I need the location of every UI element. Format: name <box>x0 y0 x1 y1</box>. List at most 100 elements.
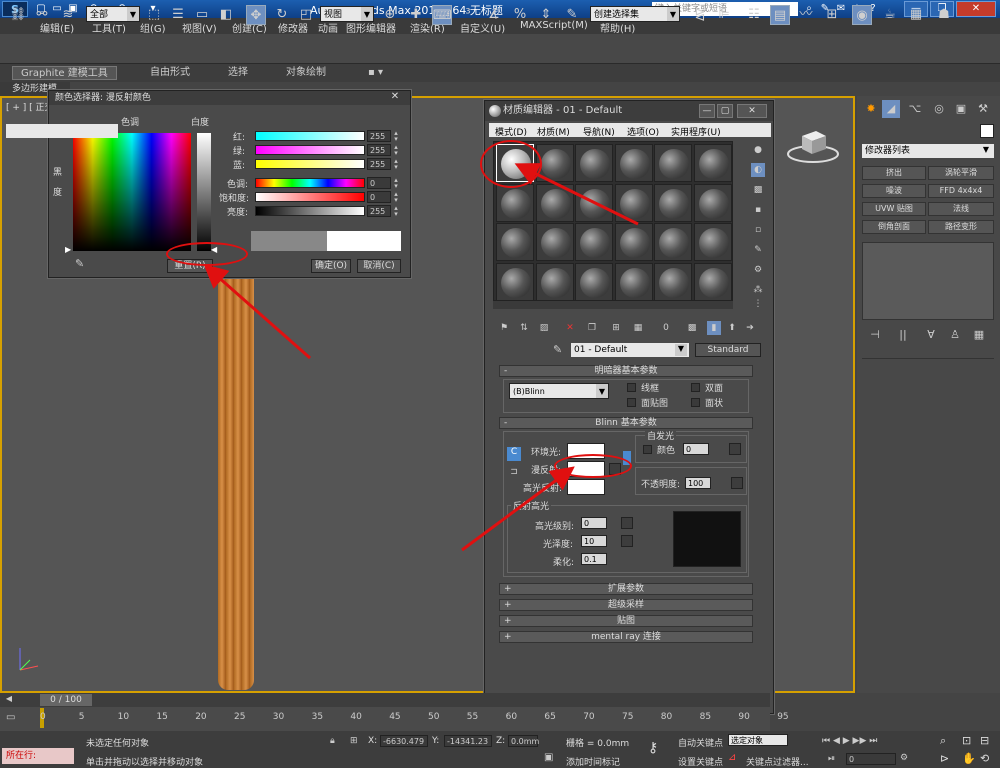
blue-slider[interactable] <box>255 159 365 169</box>
me-menu-material[interactable]: 材质(M) <box>537 125 570 138</box>
background-icon[interactable]: ▩ <box>751 183 765 197</box>
named-selection-select[interactable]: 创建选择集 ▼ <box>590 6 680 22</box>
align-icon[interactable]: ⊫ <box>714 5 734 25</box>
red-spinner[interactable]: 255 <box>367 130 391 142</box>
me-menu-options[interactable]: 选项(O) <box>627 125 659 138</box>
render-setup-icon[interactable]: ☕ <box>880 5 900 25</box>
hue-slider[interactable] <box>255 178 365 188</box>
uv-tiling-icon[interactable]: ▪ <box>751 203 765 217</box>
red-spinner-arrows-icon[interactable]: ▴ ▾ <box>392 130 400 143</box>
hue-spinner[interactable]: 0 <box>367 177 391 189</box>
x-coordinate-field[interactable]: -6630.479 <box>380 735 428 747</box>
playback-controls[interactable]: ⏮ ◀ ▶ ▶▶ ⏭ <box>822 736 882 750</box>
material-sample-slot[interactable] <box>575 223 613 261</box>
select-move-icon[interactable]: ✥ <box>246 5 266 25</box>
unlink-icon[interactable]: ⚯ <box>32 5 52 25</box>
motion-tab-icon[interactable]: ◎ <box>930 100 948 118</box>
sample-type-icon[interactable]: ● <box>751 143 765 157</box>
material-sample-slot[interactable] <box>693 262 732 301</box>
select-manipulate-icon[interactable]: ✚ <box>406 5 426 25</box>
close-button[interactable]: ✕ <box>956 1 996 17</box>
green-spinner[interactable]: 255 <box>367 144 391 156</box>
material-sample-slot[interactable] <box>693 144 732 182</box>
absolute-mode-icon[interactable]: ⊞ <box>350 736 358 746</box>
supersampling-rollout[interactable]: + 超级采样 <box>499 599 753 611</box>
modifier-stack-list[interactable] <box>862 242 994 320</box>
eyedropper-icon[interactable]: ✎ <box>75 257 84 270</box>
assign-to-selection-icon[interactable]: ▨ <box>537 321 551 335</box>
spinner-snap-icon[interactable]: ⇕ <box>536 5 556 25</box>
layer-manager-icon[interactable]: ☷ <box>744 5 764 25</box>
blinn-basic-rollout[interactable]: - Blinn 基本参数 <box>499 417 753 429</box>
opacity-spinner[interactable]: 100 <box>685 477 711 489</box>
pan-icon[interactable]: ✋ <box>962 752 976 765</box>
show-end-result-icon[interactable]: ▮ <box>707 321 721 335</box>
select-by-material-icon[interactable]: ⁂ <box>751 283 765 297</box>
material-sample-slot[interactable] <box>654 223 692 261</box>
angle-snap-icon[interactable]: ∡ <box>484 5 504 25</box>
graphite-toggle-icon[interactable]: ▤ <box>770 5 790 25</box>
set-key-button[interactable]: 设置关键点 <box>678 755 723 768</box>
close-icon[interactable]: ✕ <box>387 91 403 103</box>
y-coordinate-field[interactable]: -14341.23 <box>444 735 492 747</box>
material-sample-slot[interactable] <box>535 183 574 222</box>
window-crossing-icon[interactable]: ◧ <box>216 5 236 25</box>
field-of-view-icon[interactable]: ⊳ <box>940 752 949 765</box>
me-menu-navigation[interactable]: 导航(N) <box>583 125 615 138</box>
get-material-icon[interactable]: ⚑ <box>497 321 511 335</box>
material-sample-slot[interactable] <box>614 262 653 301</box>
display-tab-icon[interactable]: ▣ <box>952 100 970 118</box>
hue-spinner-arrows-icon[interactable]: ▴ ▾ <box>392 177 400 190</box>
add-time-tag-button[interactable]: 添加时间标记 <box>566 755 620 768</box>
value-slider[interactable] <box>255 206 365 216</box>
utilities-tab-icon[interactable]: ⚒ <box>974 100 992 118</box>
percent-snap-icon[interactable]: % <box>510 5 530 25</box>
material-sample-slot[interactable] <box>535 223 574 261</box>
options-icon[interactable]: ⚙ <box>751 263 765 277</box>
self-illum-map-button[interactable] <box>729 443 741 455</box>
current-frame-field[interactable]: 0 <box>846 753 896 765</box>
select-object-icon[interactable]: ⬚ <box>144 5 164 25</box>
modifier-list-select[interactable]: 修改器列表 <box>862 144 994 158</box>
cancel-button[interactable]: 取消(C) <box>357 259 401 273</box>
chevron-down-icon[interactable]: ▼ <box>675 344 687 356</box>
hue-blackness-box[interactable] <box>73 133 191 251</box>
edit-named-selection-icon[interactable]: ✎ <box>562 5 582 25</box>
blackness-pointer-icon[interactable]: ▶ <box>65 245 71 254</box>
extended-params-rollout[interactable]: + 扩展参数 <box>499 583 753 595</box>
make-unique-icon[interactable]: ∀ <box>922 326 940 344</box>
saturation-spinner-arrows-icon[interactable]: ▴ ▾ <box>392 191 400 204</box>
value-spinner[interactable]: 255 <box>367 205 391 217</box>
ffd-button[interactable]: FFD 4x4x4 <box>928 184 994 198</box>
whiteness-strip[interactable] <box>197 133 211 251</box>
specular-level-map-button[interactable] <box>621 517 633 529</box>
material-sample-slot[interactable] <box>614 223 653 261</box>
maps-rollout[interactable]: + 贴图 <box>499 615 753 627</box>
me-menu-modes[interactable]: 模式(D) <box>495 125 527 138</box>
auto-key-button[interactable]: 自动关键点 <box>678 736 723 749</box>
red-slider[interactable] <box>255 131 365 141</box>
turbosmooth-button[interactable]: 涡轮平滑 <box>928 166 994 180</box>
lock-ambient-diffuse-icon[interactable]: C <box>507 447 521 461</box>
reference-coordinate-select[interactable]: 视图 ▼ <box>320 6 374 22</box>
opacity-map-button[interactable] <box>731 477 743 489</box>
schematic-view-icon[interactable]: ⊞ <box>822 5 842 25</box>
rendered-frame-icon[interactable]: ▦ <box>906 5 926 25</box>
put-to-library-icon[interactable]: ▦ <box>631 321 645 335</box>
material-id-channel-icon[interactable]: 0 <box>659 321 673 335</box>
key-icon[interactable]: ⚷ <box>648 740 658 756</box>
material-sample-slot[interactable] <box>496 223 534 261</box>
reset-map-icon[interactable]: ✕ <box>563 321 577 335</box>
slot-scrollbar[interactable] <box>493 301 733 309</box>
show-map-icon[interactable]: ▩ <box>685 321 699 335</box>
material-sample-slot[interactable] <box>575 262 613 301</box>
face-map-checkbox[interactable] <box>627 398 636 407</box>
close-button[interactable]: ✕ <box>737 104 767 118</box>
link-icon[interactable]: ⛓ <box>8 5 28 25</box>
configure-sets-icon[interactable]: ▦ <box>970 326 988 344</box>
tab-freeform[interactable]: 自由形式 <box>142 66 198 80</box>
material-sample-slot[interactable] <box>654 183 692 222</box>
time-slider-track[interactable] <box>0 693 770 707</box>
normal-button[interactable]: 法线 <box>928 202 994 216</box>
tab-selection[interactable]: 选择 <box>220 66 256 80</box>
